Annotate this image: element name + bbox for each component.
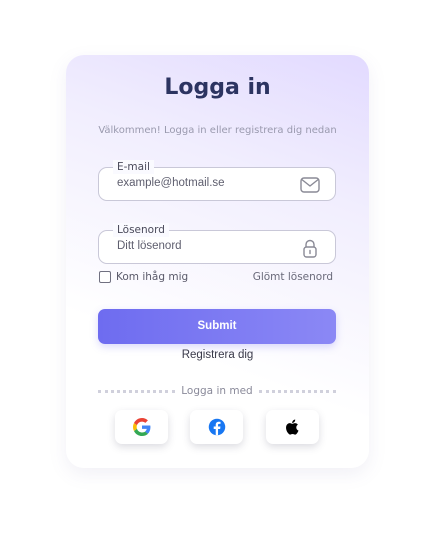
google-login-button[interactable] — [115, 410, 168, 444]
facebook-login-button[interactable] — [190, 410, 243, 444]
divider-dots-right — [258, 389, 336, 393]
email-input[interactable]: example@hotmail.se — [117, 177, 225, 189]
register-link[interactable]: Registrera dig — [66, 349, 369, 361]
password-input[interactable]: Ditt lösenord — [117, 240, 182, 252]
apple-login-button[interactable] — [266, 410, 319, 444]
divider-dots-left — [98, 389, 176, 393]
email-label: E-mail — [113, 160, 154, 174]
email-field[interactable]: E-mail example@hotmail.se — [98, 160, 336, 201]
password-label: Lösenord — [113, 223, 169, 237]
divider-label: Logga in med — [181, 385, 253, 397]
remember-label: Kom ihåg mig — [116, 271, 189, 283]
page-title: Logga in — [164, 75, 271, 100]
facebook-icon — [208, 418, 225, 436]
google-icon — [132, 418, 150, 436]
forgot-password-link[interactable]: Glömt lösenord — [253, 271, 333, 283]
lock-icon — [303, 239, 317, 258]
password-field[interactable]: Lösenord Ditt lösenord — [98, 223, 336, 264]
apple-icon — [285, 419, 298, 435]
mail-icon — [300, 177, 320, 193]
social-divider: Logga in med — [98, 385, 336, 397]
welcome-subtitle: Välkommen! Logga in eller registrera dig… — [98, 125, 337, 136]
login-card: Logga in Välkommen! Logga in eller regis… — [66, 55, 369, 468]
remember-checkbox[interactable] — [99, 271, 111, 283]
remember-me[interactable]: Kom ihåg mig — [99, 271, 188, 283]
submit-button[interactable]: Submit — [98, 309, 336, 344]
